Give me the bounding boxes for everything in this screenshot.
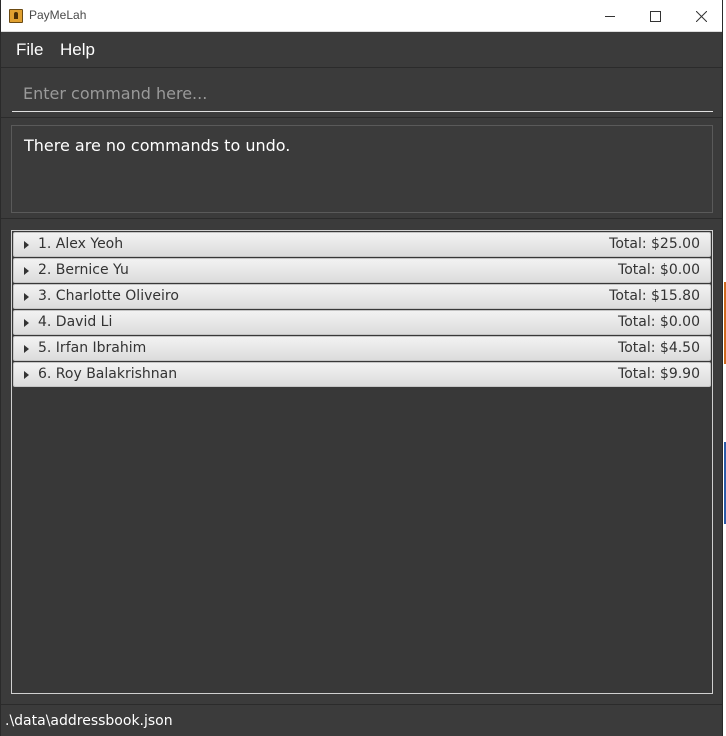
person-total: Total: $25.00 — [609, 236, 700, 252]
expand-arrow-icon[interactable] — [24, 345, 29, 353]
person-name: 5. Irfan Ibrahim — [38, 340, 147, 356]
minimize-button[interactable] — [587, 0, 633, 32]
command-input[interactable] — [12, 76, 713, 112]
person-total: Total: $4.50 — [618, 340, 700, 356]
person-list-area: 1. Alex Yeoh Total: $25.00 2. Bernice Yu… — [1, 220, 722, 704]
person-list-item[interactable]: 1. Alex Yeoh Total: $25.00 — [13, 232, 711, 257]
menu-bar: File Help — [1, 32, 722, 68]
person-name: 3. Charlotte Oliveiro — [38, 288, 179, 304]
maximize-button[interactable] — [632, 0, 678, 32]
result-message: There are no commands to undo. — [24, 136, 291, 155]
person-list-item[interactable]: 4. David Li Total: $0.00 — [13, 310, 711, 335]
person-list-item[interactable]: 3. Charlotte Oliveiro Total: $15.80 — [13, 284, 711, 309]
window-title: PayMeLah — [29, 8, 87, 22]
expand-arrow-icon[interactable] — [24, 293, 29, 301]
person-name: 4. David Li — [38, 314, 113, 330]
app-icon — [9, 9, 23, 23]
expand-arrow-icon[interactable] — [24, 241, 29, 249]
person-total: Total: $9.90 — [618, 366, 700, 382]
close-icon — [695, 10, 707, 22]
person-total: Total: $15.80 — [609, 288, 700, 304]
menu-help[interactable]: Help — [60, 40, 95, 60]
maximize-icon — [649, 10, 661, 22]
expand-arrow-icon[interactable] — [24, 267, 29, 275]
app-window: PayMeLah File Help There are no commands… — [0, 0, 723, 736]
command-box — [1, 68, 722, 118]
close-button[interactable] — [678, 0, 724, 32]
person-list[interactable]: 1. Alex Yeoh Total: $25.00 2. Bernice Yu… — [11, 230, 713, 694]
person-total: Total: $0.00 — [618, 262, 700, 278]
minimize-icon — [604, 15, 615, 17]
result-display-area: There are no commands to undo. — [1, 119, 722, 219]
person-name: 2. Bernice Yu — [38, 262, 129, 278]
person-name: 6. Roy Balakrishnan — [38, 366, 178, 382]
person-total: Total: $0.00 — [618, 314, 700, 330]
status-bar: .\data\addressbook.json — [1, 704, 722, 736]
person-list-item[interactable]: 5. Irfan Ibrahim Total: $4.50 — [13, 336, 711, 361]
person-name: 1. Alex Yeoh — [38, 236, 124, 252]
expand-arrow-icon[interactable] — [24, 319, 29, 327]
title-bar[interactable]: PayMeLah — [1, 0, 722, 32]
person-list-item[interactable]: 6. Roy Balakrishnan Total: $9.90 — [13, 362, 711, 387]
save-file-path: .\data\addressbook.json — [5, 713, 173, 729]
expand-arrow-icon[interactable] — [24, 371, 29, 379]
person-list-item[interactable]: 2. Bernice Yu Total: $0.00 — [13, 258, 711, 283]
result-display: There are no commands to undo. — [11, 125, 713, 213]
menu-file[interactable]: File — [16, 40, 43, 60]
